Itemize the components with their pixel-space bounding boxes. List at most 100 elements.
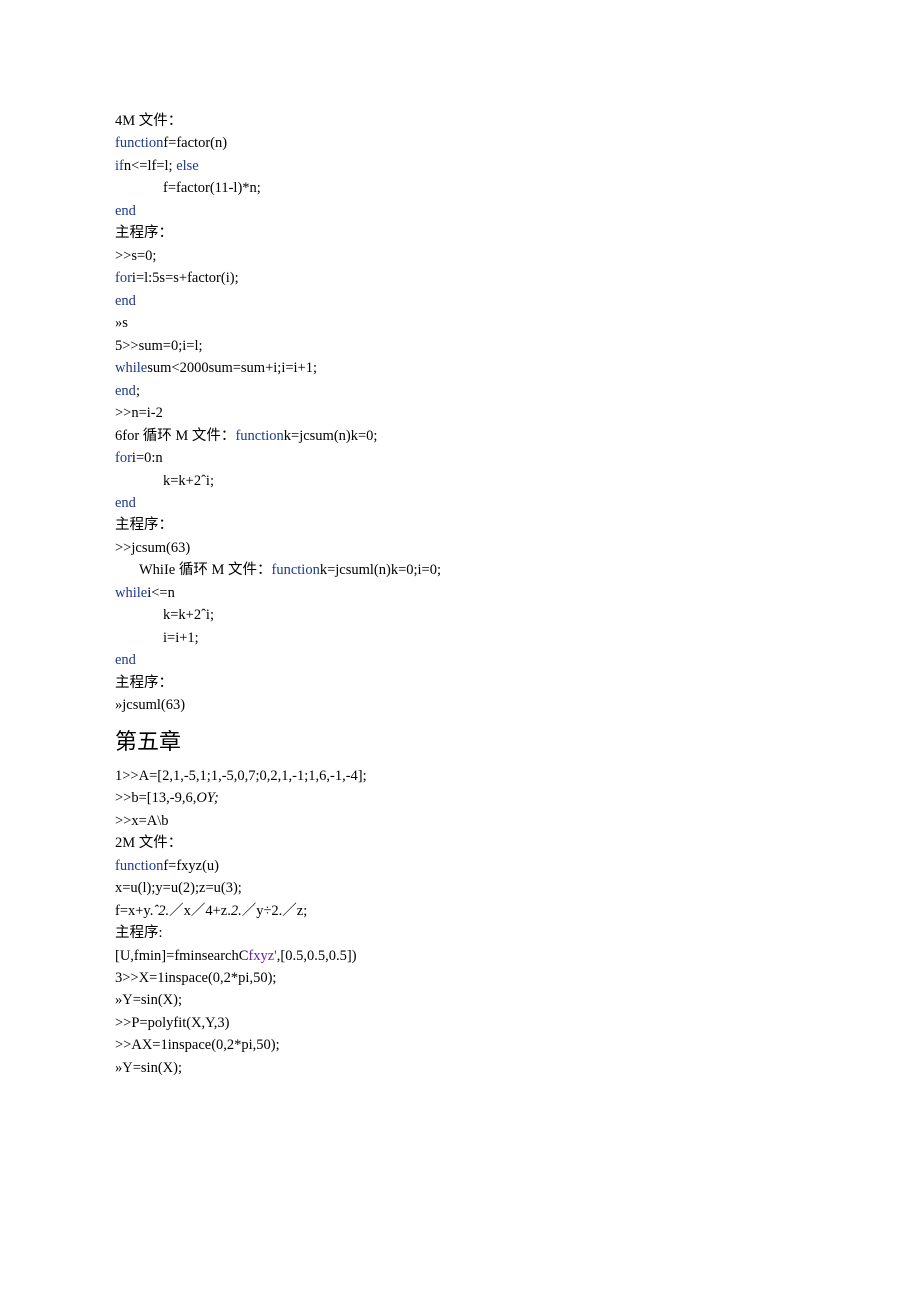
code-line: end	[115, 200, 805, 222]
code-text: >>P=polyfit(X,Y,3)	[115, 1015, 230, 1031]
code-text: while	[115, 585, 147, 601]
code-text: 主程序：	[115, 675, 173, 691]
code-line: end	[115, 649, 805, 671]
code-text: end	[115, 383, 136, 399]
code-text: function	[115, 135, 163, 151]
code-text: 主程序：	[115, 225, 173, 241]
code-line: 主程序：	[115, 222, 805, 244]
code-line: 4M 文件：	[115, 110, 805, 132]
code-line: >>s=0;	[115, 245, 805, 267]
code-text: if	[115, 158, 124, 174]
code-text: else	[176, 158, 199, 174]
code-text: >>b=[13,-9,6,	[115, 790, 196, 806]
code-line: >>jcsum(63)	[115, 537, 805, 559]
code-line: x=u(l);y=u(2);z=u(3);	[115, 877, 805, 899]
code-line: k=k+2ˆi;	[115, 604, 805, 626]
code-line: whilesum<2000sum=sum+i;i=i+1;	[115, 357, 805, 379]
code-line: f=factor(11-l)*n;	[115, 177, 805, 199]
code-line: 5>>sum=0;i=l;	[115, 335, 805, 357]
code-text: ／x／4+z.	[169, 903, 231, 919]
code-line: WhiIe 循环 M 文件：functionk=jcsuml(n)k=0;i=0…	[115, 559, 805, 581]
code-text: 6for 循环 M 文件：	[115, 428, 235, 444]
code-line: 1>>A=[2,1,-5,1;1,-5,0,7;0,2,1,-1;1,6,-1,…	[115, 765, 805, 787]
code-text: while	[115, 360, 147, 376]
chapter-heading: 第五章	[115, 725, 805, 759]
code-text: >>x=A\b	[115, 813, 169, 829]
code-text: i=i+1;	[163, 630, 199, 646]
code-text: »s	[115, 315, 128, 331]
code-text: 5>>sum=0;i=l;	[115, 338, 203, 354]
code-text: ,[0.5,0.5,0.5])	[277, 948, 357, 964]
code-line: 主程序：	[115, 514, 805, 536]
code-text: n<=lf=l;	[124, 158, 176, 174]
code-line: functionf=factor(n)	[115, 132, 805, 154]
code-text: function	[235, 428, 283, 444]
code-text: function	[115, 858, 163, 874]
code-text: >>AX=1inspace(0,2*pi,50);	[115, 1037, 280, 1053]
code-text: »Y=sin(X);	[115, 1060, 182, 1076]
code-block-1: 4M 文件：functionf=factor(n)ifn<=lf=l; else…	[115, 110, 805, 717]
code-text: k=k+2ˆi;	[163, 473, 214, 489]
code-text: 1>>A=[2,1,-5,1;1,-5,0,7;0,2,1,-1;1,6,-1,…	[115, 768, 367, 784]
code-text: k=jcsuml(n)k=0;i=0;	[320, 562, 441, 578]
code-line: functionf=fxyz(u)	[115, 855, 805, 877]
code-text: x=u(l);y=u(2);z=u(3);	[115, 880, 242, 896]
code-line: end;	[115, 380, 805, 402]
code-text: k=jcsum(n)k=0;	[284, 428, 378, 444]
code-line: whilei<=n	[115, 582, 805, 604]
code-line: 2M 文件：	[115, 832, 805, 854]
code-line: [U,fmin]=fminsearchCfxyz',[0.5,0.5,0.5])	[115, 945, 805, 967]
code-text: f=fxyz(u)	[163, 858, 219, 874]
code-line: i=i+1;	[115, 627, 805, 649]
code-text: 2M 文件：	[115, 835, 182, 851]
code-text: function	[272, 562, 320, 578]
code-line: fori=l:5s=s+factor(i);	[115, 267, 805, 289]
code-text: 主程序:	[115, 925, 163, 941]
code-text: for	[115, 450, 132, 466]
code-text: 4M 文件：	[115, 113, 182, 129]
code-text: WhiIe 循环 M 文件：	[139, 562, 272, 578]
code-line: end	[115, 492, 805, 514]
code-line: 3>>X=1inspace(0,2*pi,50);	[115, 967, 805, 989]
code-text: >>s=0;	[115, 248, 156, 264]
code-text: i=l:5s=s+factor(i);	[132, 270, 239, 286]
code-line: >>n=i-2	[115, 402, 805, 424]
code-line: >>P=polyfit(X,Y,3)	[115, 1012, 805, 1034]
code-text: for	[115, 270, 132, 286]
code-text: f=factor(11-l)*n;	[163, 180, 261, 196]
code-text: ／y÷2.／z;	[242, 903, 308, 919]
code-text: f=factor(n)	[163, 135, 227, 151]
code-text: OY;	[196, 790, 218, 806]
code-text: f=x+y.	[115, 903, 153, 919]
code-line: 主程序:	[115, 922, 805, 944]
code-text: ;	[136, 383, 140, 399]
code-text: i<=n	[147, 585, 175, 601]
code-line: »jcsuml(63)	[115, 694, 805, 716]
code-line: 6for 循环 M 文件：functionk=jcsum(n)k=0;	[115, 425, 805, 447]
code-block-2: 1>>A=[2,1,-5,1;1,-5,0,7;0,2,1,-1;1,6,-1,…	[115, 765, 805, 1080]
code-text: fxyz'	[248, 948, 276, 964]
code-text: >>jcsum(63)	[115, 540, 190, 556]
code-text: end	[115, 652, 136, 668]
code-text: 主程序：	[115, 517, 173, 533]
code-text: end	[115, 203, 136, 219]
code-line: >>x=A\b	[115, 810, 805, 832]
code-line: end	[115, 290, 805, 312]
code-text: 3>>X=1inspace(0,2*pi,50);	[115, 970, 276, 986]
code-line: >>AX=1inspace(0,2*pi,50);	[115, 1034, 805, 1056]
code-line: »Y=sin(X);	[115, 1057, 805, 1079]
code-text: [U,fmin]=fminsearchC	[115, 948, 248, 964]
code-line: >>b=[13,-9,6,OY;	[115, 787, 805, 809]
code-text: k=k+2ˆi;	[163, 607, 214, 623]
code-line: fori=0:n	[115, 447, 805, 469]
code-text: >>n=i-2	[115, 405, 163, 421]
code-line: »Y=sin(X);	[115, 989, 805, 1011]
code-line: f=x+y.ˆ2.／x／4+z.2.／y÷2.／z;	[115, 900, 805, 922]
code-line: ifn<=lf=l; else	[115, 155, 805, 177]
code-text: ˆ2.	[153, 903, 169, 919]
code-text: end	[115, 495, 136, 511]
code-text: sum<2000sum=sum+i;i=i+1;	[147, 360, 317, 376]
code-line: »s	[115, 312, 805, 334]
code-text: 2.	[231, 903, 242, 919]
code-text: »Y=sin(X);	[115, 992, 182, 1008]
